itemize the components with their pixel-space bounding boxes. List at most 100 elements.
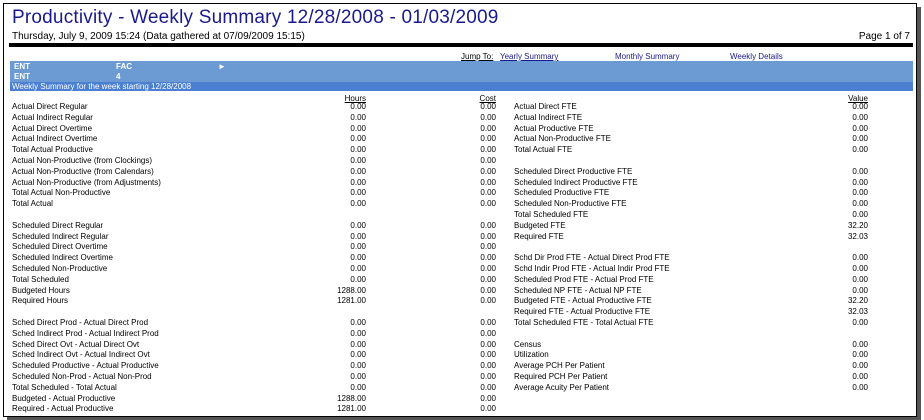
cost-value: 0.00 <box>480 156 496 165</box>
row-label: Total Actual Non-Productive <box>12 188 111 198</box>
cost-value: 0.00 <box>480 339 496 349</box>
row-label: Scheduled Productive FTE <box>514 188 610 198</box>
row-label: Scheduled Productive - Actual Productive <box>12 361 159 371</box>
row-label: Total Scheduled FTE <box>514 210 589 219</box>
cost-value: 0.00 <box>480 145 496 155</box>
week-banner: Weekly Summary for the week starting 12/… <box>10 82 913 91</box>
fte-value: 0.00 <box>852 145 868 155</box>
hours-value: 0.00 <box>350 112 366 122</box>
hours-value: 0.00 <box>350 328 366 338</box>
fte-value: 0.00 <box>852 361 868 371</box>
row-label: Actual Non-Productive FTE <box>514 134 611 144</box>
row-label: Scheduled NP FTE - Actual NP FTE <box>514 285 642 295</box>
hours-value: 0.00 <box>350 372 366 381</box>
cost-value: 0.00 <box>480 231 496 241</box>
fte-value: 0.00 <box>852 339 868 349</box>
row-label: Required - Actual Productive <box>12 404 114 414</box>
fte-value: 0.00 <box>852 188 868 198</box>
hours-value: 0.00 <box>350 264 366 273</box>
weekly-details-link[interactable]: Weekly Details <box>730 52 783 61</box>
report-title: Productivity - Weekly Summary 12/28/2008… <box>12 7 499 28</box>
row-label: Scheduled Prod FTE - Actual Prod FTE <box>514 274 654 284</box>
fte-value: 0.00 <box>852 372 868 381</box>
yearly-summary-link[interactable]: Yearly Summary <box>500 52 558 61</box>
row-label: Required FTE - Actual Productive FTE <box>514 307 651 317</box>
row-label: Actual Indirect Overtime <box>12 134 98 144</box>
cost-value: 0.00 <box>480 328 496 338</box>
monthly-summary-link[interactable]: Monthly Summary <box>615 52 679 61</box>
hours-value: 0.00 <box>350 231 366 241</box>
hours-value: 0.00 <box>350 156 366 165</box>
hours-value: 0.00 <box>350 123 366 133</box>
cost-value: 0.00 <box>480 188 496 198</box>
row-label: Scheduled Indirect Productive FTE <box>514 177 638 187</box>
cost-value: 0.00 <box>480 264 496 273</box>
hours-value: 0.00 <box>350 339 366 349</box>
hours-value: 0.00 <box>350 350 366 360</box>
row-label: Actual Non-Productive (from Clockings) <box>12 156 153 165</box>
fte-value: 0.00 <box>852 264 868 273</box>
jump-to-label: Jump To: <box>461 52 494 61</box>
row-label: Sched Indirect Prod - Actual Indirect Pr… <box>12 328 159 338</box>
cost-value: 0.00 <box>480 372 496 381</box>
cost-value: 0.00 <box>480 102 496 111</box>
row-label: Budgeted FTE - Actual Productive FTE <box>514 296 652 306</box>
cost-value: 0.00 <box>480 361 496 371</box>
row-label: Total Actual Productive <box>12 145 93 155</box>
hours-value: 1288.00 <box>337 285 366 295</box>
row-label: Actual Direct Overtime <box>12 123 93 133</box>
row-label: Total Scheduled <box>12 274 69 284</box>
hours-value: 0.00 <box>350 220 366 230</box>
row-label: Scheduled Indirect Regular <box>12 231 109 241</box>
row-label: Schd Indir Prod FTE - Actual Indir Prod … <box>514 264 670 273</box>
cost-value: 0.00 <box>480 166 496 176</box>
row-label: Actual Non-Productive (from Calendars) <box>12 166 154 176</box>
row-label: Schd Dir Prod FTE - Actual Direct Prod F… <box>514 253 670 263</box>
row-label: Total Actual <box>12 199 53 209</box>
cost-value: 0.00 <box>480 318 496 327</box>
hours-value: 1281.00 <box>337 404 366 414</box>
cost-value: 0.00 <box>480 253 496 263</box>
row-label: Actual Indirect FTE <box>514 112 583 122</box>
fte-value: 0.00 <box>852 382 868 392</box>
cost-value: 0.00 <box>480 134 496 144</box>
row-label: Scheduled Non-Prod - Actual Non-Prod <box>12 372 152 381</box>
hours-value: 0.00 <box>350 253 366 263</box>
row-label: Total Scheduled - Total Actual <box>12 382 117 392</box>
cost-value: 0.00 <box>480 393 496 403</box>
fte-value: 32.03 <box>847 231 868 241</box>
cost-value: 0.00 <box>480 296 496 306</box>
hours-value: 0.00 <box>350 361 366 371</box>
cost-value: 0.00 <box>480 199 496 209</box>
cost-value: 0.00 <box>480 404 496 414</box>
row-label: Sched Direct Ovt - Actual Direct Ovt <box>12 339 140 349</box>
row-label: Actual Direct Regular <box>12 102 88 111</box>
fte-value: 32.03 <box>847 307 868 317</box>
hours-value: 0.00 <box>350 145 366 155</box>
cost-value: 0.00 <box>480 274 496 284</box>
row-label: Sched Indirect Ovt - Actual Indirect Ovt <box>12 350 150 360</box>
row-label: Actual Non-Productive (from Adjustments) <box>12 177 161 187</box>
cost-value: 0.00 <box>480 242 496 252</box>
row-label: Total Scheduled FTE - Total Actual FTE <box>514 318 654 327</box>
hours-value: 0.00 <box>350 199 366 209</box>
fte-value: 32.20 <box>847 296 868 306</box>
hours-value: 0.00 <box>350 188 366 198</box>
cost-value: 0.00 <box>480 285 496 295</box>
row-label: Average Acuity Per Patient <box>514 382 610 392</box>
hours-value: 0.00 <box>350 242 366 252</box>
hours-value: 1281.00 <box>337 296 366 306</box>
ent-label: ENT <box>14 62 30 71</box>
fte-value: 32.20 <box>847 220 868 230</box>
row-label: Actual Direct FTE <box>514 102 577 111</box>
cost-value: 0.00 <box>480 350 496 360</box>
row-label: Budgeted - Actual Productive <box>12 393 116 403</box>
cost-value: 0.00 <box>480 177 496 187</box>
expand-arrow-icon[interactable]: ► <box>218 62 226 71</box>
cost-value: 0.00 <box>480 123 496 133</box>
report-timestamp: Thursday, July 9, 2009 15:24 (Data gathe… <box>12 31 305 42</box>
cost-value: 0.00 <box>480 112 496 122</box>
cost-value: 0.00 <box>480 382 496 392</box>
row-label: Sched Direct Prod - Actual Direct Prod <box>12 318 149 327</box>
row-label: Actual Productive FTE <box>514 123 594 133</box>
